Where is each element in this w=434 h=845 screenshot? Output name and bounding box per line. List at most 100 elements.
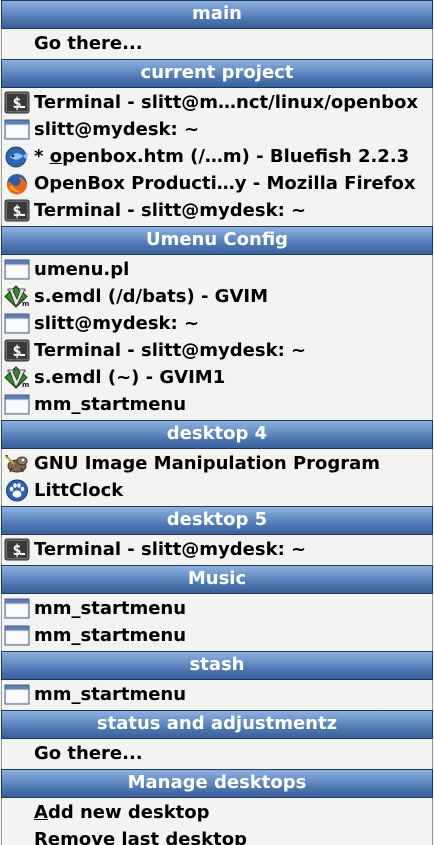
menu-section-status-and-adjustmentz: status and adjustmentz Go there... — [0, 710, 434, 769]
menu-item-mnemonic: o — [49, 146, 63, 167]
menu-section-manage-desktops: Manage desktops Add new desktop Remove l… — [0, 769, 434, 845]
menu-section-stash: stash mm_startmenu — [0, 651, 434, 710]
section-items: $ Terminal - slitt@mydesk: ~ — [1, 535, 433, 565]
menu-item-label: OpenBox Producti…y - Mozilla Firefox — [34, 173, 416, 194]
menu-item-label: Remove last desktop — [34, 826, 247, 845]
section-items: GNU Image Manipulation Program LittClock — [1, 449, 433, 506]
terminal-icon: $ — [4, 199, 30, 222]
window-icon — [4, 683, 30, 706]
menu-section-desktop-5: desktop 5 $ Terminal - slitt@mydesk: ~ — [0, 506, 434, 565]
menu-item-label: slitt@mydesk: ~ — [34, 119, 200, 140]
menu-section-umenu-config: Umenu Config umenu.pl m s.emdl (/d/bats)… — [0, 226, 434, 420]
menu-item-label: Terminal - slitt@mydesk: ~ — [34, 200, 307, 221]
terminal-icon: $ — [4, 339, 30, 362]
menu-section-current-project: current project $ Terminal - slitt@m…nct… — [0, 59, 434, 226]
section-items: mm_startmenu — [1, 680, 433, 710]
menu-item-label: mm_startmenu — [34, 598, 187, 619]
menu-item-label: Terminal - slitt@mydesk: ~ — [34, 539, 307, 560]
section-items: umenu.pl m s.emdl (/d/bats) - GVIM slitt… — [1, 255, 433, 420]
menu-item-window[interactable]: * openbox.htm (/…m) - Bluefish 2.2.3 — [2, 143, 432, 170]
pawprint-icon — [4, 479, 30, 502]
window-icon — [4, 393, 30, 416]
menu-item-window[interactable]: $ Terminal - slitt@m…nct/linux/openbox — [2, 89, 432, 116]
bluefish-icon — [4, 145, 30, 168]
svg-text:m: m — [22, 300, 29, 308]
section-items: Add new desktop Remove last desktop — [1, 798, 433, 845]
menu-item-label: s.emdl (~) - GVIM1 — [34, 367, 226, 388]
window-icon — [4, 258, 30, 281]
menu-item-go-there[interactable]: Go there... — [2, 740, 432, 767]
menu-item-label-prefix: * — [34, 146, 50, 167]
menu-item-add-new-desktop[interactable]: Add new desktop — [2, 799, 432, 826]
section-header-status-and-adjustmentz[interactable]: status and adjustmentz — [1, 710, 433, 739]
menu-item-label: slitt@mydesk: ~ — [34, 313, 200, 334]
menu-item-label: Go there... — [34, 33, 143, 54]
menu-item-window[interactable]: $ Terminal - slitt@mydesk: ~ — [2, 337, 432, 364]
gvim-icon: m — [4, 285, 30, 308]
menu-item-window[interactable]: $ Terminal - slitt@mydesk: ~ — [2, 197, 432, 224]
menu-item-go-there[interactable]: Go there... — [2, 30, 432, 57]
section-header-umenu-config[interactable]: Umenu Config — [1, 226, 433, 255]
section-items: $ Terminal - slitt@m…nct/linux/openbox s… — [1, 88, 433, 226]
menu-item-label: s.emdl (/d/bats) - GVIM — [34, 286, 268, 307]
firefox-icon — [4, 172, 30, 195]
gimp-icon — [4, 452, 30, 475]
menu-item-window[interactable]: $ Terminal - slitt@mydesk: ~ — [2, 536, 432, 563]
section-header-desktop-5[interactable]: desktop 5 — [1, 506, 433, 535]
menu-item-window[interactable]: m s.emdl (~) - GVIM1 — [2, 364, 432, 391]
menu-item-label: mm_startmenu — [34, 684, 187, 705]
section-header-current-project[interactable]: current project — [1, 59, 433, 88]
menu-item-label: mm_startmenu — [34, 394, 187, 415]
menu-item-label: Add new desktop — [34, 799, 210, 826]
section-header-stash[interactable]: stash — [1, 651, 433, 680]
menu-item-label: LittClock — [34, 480, 124, 501]
menu-section-desktop-4: desktop 4 GNU Image Manipulation Program… — [0, 420, 434, 506]
menu-item-label: Go there... — [34, 743, 143, 764]
menu-item-label: mm_startmenu — [34, 625, 187, 646]
menu-item-mnemonic: A — [34, 802, 48, 823]
terminal-icon: $ — [4, 91, 30, 114]
menu-item-window[interactable]: OpenBox Producti…y - Mozilla Firefox — [2, 170, 432, 197]
section-header-music[interactable]: Music — [1, 565, 433, 594]
svg-text:$: $ — [12, 541, 21, 559]
menu-item-label: Terminal - slitt@mydesk: ~ — [34, 340, 307, 361]
section-header-manage-desktops[interactable]: Manage desktops — [1, 769, 433, 798]
section-header-desktop-4[interactable]: desktop 4 — [1, 420, 433, 449]
menu-item-label-rest: emove last desktop — [47, 829, 247, 845]
window-icon — [4, 312, 30, 335]
menu-item-window[interactable]: slitt@mydesk: ~ — [2, 310, 432, 337]
section-items: Go there... — [1, 29, 433, 59]
svg-text:$: $ — [12, 94, 21, 112]
window-icon — [4, 118, 30, 141]
menu-item-label: GNU Image Manipulation Program — [34, 453, 381, 474]
menu-item-window[interactable]: mm_startmenu — [2, 595, 432, 622]
menu-section-main: main Go there... — [0, 0, 434, 59]
menu-item-window[interactable]: mm_startmenu — [2, 681, 432, 708]
menu-item-window[interactable]: umenu.pl — [2, 256, 432, 283]
menu-item-label-rest: penbox.htm (/…m) - Bluefish 2.2.3 — [62, 146, 410, 167]
menu-item-window[interactable]: m s.emdl (/d/bats) - GVIM — [2, 283, 432, 310]
section-items: mm_startmenu mm_startmenu — [1, 594, 433, 651]
section-items: Go there... — [1, 739, 433, 769]
svg-text:$: $ — [12, 342, 21, 360]
menu-item-mnemonic: R — [34, 829, 48, 845]
menu-item-window[interactable]: GNU Image Manipulation Program — [2, 450, 432, 477]
window-icon — [4, 624, 30, 647]
svg-text:$: $ — [12, 202, 21, 220]
menu-item-remove-last-desktop[interactable]: Remove last desktop — [2, 826, 432, 845]
menu-item-label: * openbox.htm (/…m) - Bluefish 2.2.3 — [34, 143, 409, 170]
menu-item-label-rest: dd new desktop — [47, 802, 210, 823]
menu-item-label: umenu.pl — [34, 259, 130, 280]
gvim-icon: m — [4, 366, 30, 389]
menu-item-window[interactable]: LittClock — [2, 477, 432, 504]
svg-text:m: m — [22, 381, 29, 389]
menu-section-music: Music mm_startmenu mm_startmenu — [0, 565, 434, 651]
menu-item-window[interactable]: slitt@mydesk: ~ — [2, 116, 432, 143]
terminal-icon: $ — [4, 538, 30, 561]
menu-item-label: Terminal - slitt@m…nct/linux/openbox — [34, 92, 419, 113]
menu-item-window[interactable]: mm_startmenu — [2, 391, 432, 418]
menu-item-window[interactable]: mm_startmenu — [2, 622, 432, 649]
section-header-main[interactable]: main — [1, 0, 433, 29]
window-icon — [4, 597, 30, 620]
client-list-menu: main Go there... current project $ Termi… — [0, 0, 434, 845]
